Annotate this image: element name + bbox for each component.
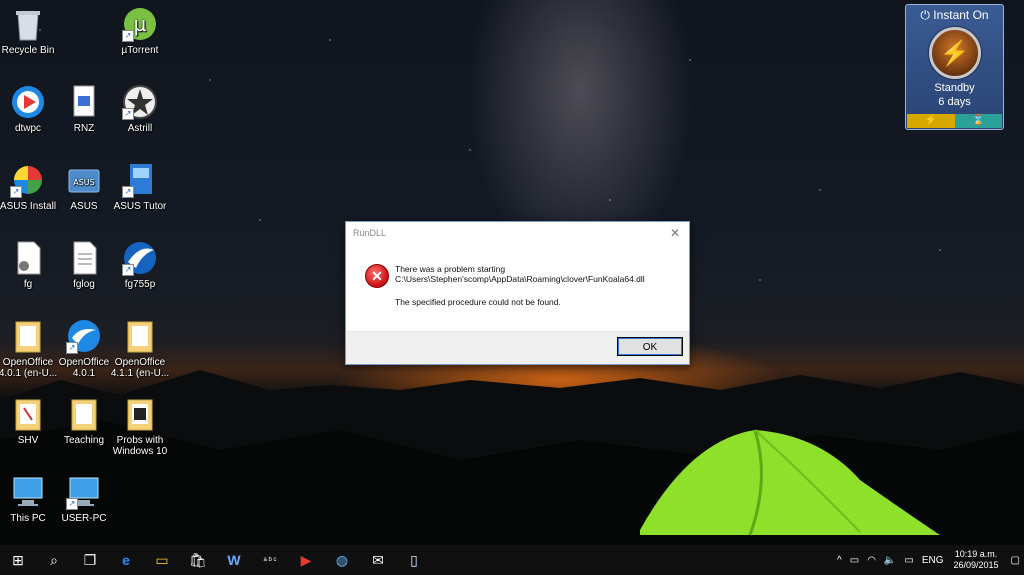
hourglass-icon[interactable]: ⌛	[954, 114, 1002, 128]
desktop-icon-openoffice-4-1-1-en-us[interactable]: OpenOffice 4.1.1 (en-U...	[110, 318, 170, 379]
message-line-1: There was a problem starting	[395, 264, 506, 274]
desktop-icon-asus[interactable]: ASUS ASUS	[54, 162, 114, 212]
dtwpc-icon	[10, 84, 46, 120]
store-icon[interactable]: 🛍	[180, 545, 216, 575]
file-explorer-icon[interactable]: ▭	[144, 545, 180, 575]
close-icon[interactable]: ✕	[666, 224, 684, 242]
desktop-icon-probs-with-windows-10[interactable]: Probs with Windows 10	[110, 396, 170, 457]
desktop-icon-shv[interactable]: SHV	[0, 396, 58, 446]
task-view-icon[interactable]: ❐	[72, 545, 108, 575]
notification-icon[interactable]: ▢	[1007, 555, 1024, 566]
media-player-icon[interactable]: ▶	[288, 545, 324, 575]
desktop-icon-asus-tutor[interactable]: ↗ ASUS Tutor	[110, 162, 170, 212]
desktop-icon-dtwpc[interactable]: dtwpc	[0, 84, 58, 134]
astrill-icon: ↗	[122, 84, 158, 120]
battery-icon[interactable]: ▭	[846, 555, 863, 566]
computer-icon	[10, 474, 46, 510]
gadget-days: 6 days	[938, 96, 971, 108]
system-tray: ^ ▭ ◠ 🔈 ▭ ENG 10:19 a.m. 26/09/2015 ▢	[833, 545, 1024, 575]
language-indicator[interactable]: ENG	[918, 555, 948, 566]
asus-tutor-icon: ↗	[122, 162, 158, 198]
desktop-icon-user-pc[interactable]: ↗ USER-PC	[54, 474, 114, 524]
desktop-icon-recycle-bin[interactable]: Recycle Bin	[0, 6, 58, 56]
clock-date: 26/09/2015	[953, 560, 999, 570]
taskbar: ⊞ ⌕ ❐ e ▭ 🛍 W a b c ▶ ◍ ✉ ▯ ^ ▭ ◠ 🔈 ▭ EN…	[0, 545, 1024, 575]
desktop-icon-fg755p[interactable]: ↗ fg755p	[110, 240, 170, 290]
mail-icon[interactable]: ✉	[360, 545, 396, 575]
desktop-icon-astrill[interactable]: ↗ Astrill	[110, 84, 170, 134]
desktop-icon-teaching[interactable]: Teaching	[54, 396, 114, 446]
wallpaper-tent	[640, 429, 940, 536]
edge-icon[interactable]: e	[108, 545, 144, 575]
utorrent-icon: µ ↗	[122, 6, 158, 42]
desktop-icon-fglog[interactable]: fglog	[54, 240, 114, 290]
desktop-icon-openoffice-4-0-1-en-us[interactable]: OpenOffice 4.0.1 (en-U...	[0, 318, 58, 379]
desktop-icon-utorrent[interactable]: µ ↗ µTorrent	[110, 6, 170, 56]
instant-on-gadget[interactable]: ⏻ Instant On ⚡ Standby 6 days ⚡ ⌛	[905, 4, 1004, 130]
openoffice-icon: ↗	[66, 318, 102, 354]
power-icon: ⏻	[920, 8, 930, 22]
desktop-icon-rnz[interactable]: RNZ	[54, 84, 114, 134]
asus-install-icon: ↗	[10, 162, 46, 198]
clock[interactable]: 10:19 a.m. 26/09/2015	[948, 549, 1007, 571]
dialog-body: ✕ There was a problem starting C:\Users\…	[346, 244, 689, 330]
globe-icon[interactable]: ◍	[324, 545, 360, 575]
chevron-up-icon[interactable]: ^	[833, 555, 846, 566]
folder-icon	[66, 396, 102, 432]
computer-icon: ↗	[66, 474, 102, 510]
error-icon: ✕	[365, 264, 389, 288]
document-icon[interactable]: ▯	[396, 545, 432, 575]
lightning-icon: ⚡	[939, 39, 970, 67]
rundll-dialog: RunDLL ✕ ✕ There was a problem starting …	[345, 221, 690, 365]
windows-start-icon[interactable]: ⊞	[0, 545, 36, 575]
folder-icon	[122, 396, 158, 432]
message-path: C:\Users\Stephen'scomp\AppData\Roaming\c…	[395, 274, 645, 284]
dialog-title: RunDLL	[353, 228, 387, 238]
abc-icon[interactable]: a b c	[252, 545, 288, 575]
svg-text:ASUS: ASUS	[73, 178, 94, 187]
file-icon	[10, 240, 46, 276]
desktop-icon-openoffice-4-0-1[interactable]: ↗ OpenOffice 4.0.1	[54, 318, 114, 379]
desktop-icon-fg[interactable]: fg	[0, 240, 58, 290]
dialog-titlebar[interactable]: RunDLL ✕	[346, 222, 689, 244]
message-icon[interactable]: ▭	[900, 555, 917, 566]
gadget-mode-bar: ⚡ ⌛	[907, 114, 1002, 128]
desktop-icon-this-pc[interactable]: This PC	[0, 474, 58, 524]
dialog-footer: OK	[346, 331, 689, 364]
word-icon[interactable]: W	[216, 545, 252, 575]
recycle-bin-icon	[10, 6, 46, 42]
folder-icon	[10, 318, 46, 354]
ok-button[interactable]: OK	[617, 337, 683, 356]
gadget-title: ⏻ Instant On	[920, 8, 989, 22]
rnz-icon	[66, 84, 102, 120]
volume-icon[interactable]: 🔈	[880, 555, 900, 566]
search-icon[interactable]: ⌕	[36, 545, 72, 575]
folder-icon	[122, 318, 158, 354]
text-file-icon	[66, 240, 102, 276]
instant-on-power-button[interactable]: ⚡	[928, 27, 981, 79]
dialog-message: There was a problem starting C:\Users\St…	[395, 264, 645, 307]
asus-icon: ASUS	[66, 162, 102, 198]
svg-text:µ: µ	[134, 12, 147, 36]
lightning-icon[interactable]: ⚡	[907, 114, 955, 128]
wifi-icon[interactable]: ◠	[863, 555, 880, 566]
desktop-icon-asus-install[interactable]: ↗ ASUS Install	[0, 162, 58, 212]
message-line-3: The specified procedure could not be fou…	[395, 297, 561, 307]
fg755p-icon: ↗	[122, 240, 158, 276]
pdf-icon	[10, 396, 46, 432]
gadget-status: Standby	[934, 82, 975, 94]
clock-time: 10:19 a.m.	[954, 549, 998, 559]
